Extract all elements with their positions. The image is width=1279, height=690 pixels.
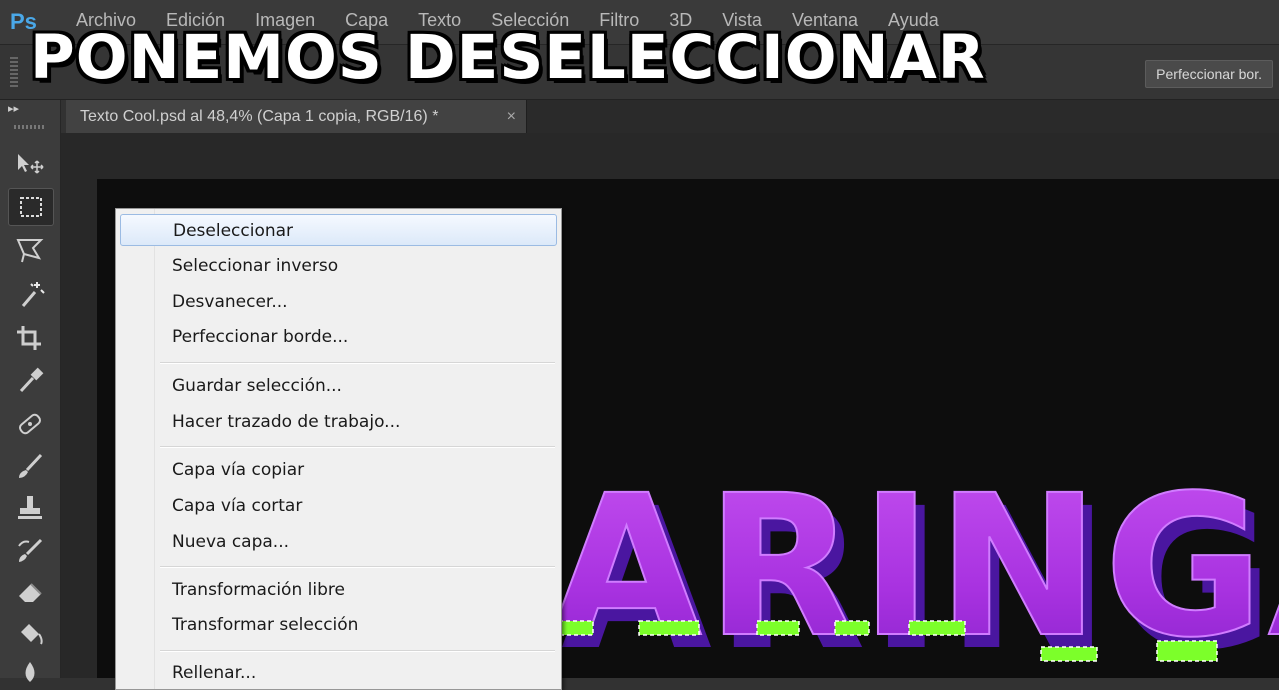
brush-tool-icon[interactable] [8, 448, 52, 484]
polygonal-lasso-tool-icon[interactable] [8, 232, 52, 268]
toolbox-grip[interactable] [14, 125, 46, 129]
menu-item-perfeccionar-borde[interactable]: Perfeccionar borde... [120, 321, 557, 353]
caption-overlay: PONEMOS DESELECCIONAR [30, 22, 986, 93]
crop-tool-icon[interactable] [8, 320, 52, 356]
menu-item-seleccionar-inverso[interactable]: Seleccionar inverso [120, 250, 557, 282]
menu-item-guardar-seleccion[interactable]: Guardar selección... [120, 370, 557, 402]
menu-item-transformar-seleccion[interactable]: Transformar selección [120, 609, 557, 641]
history-brush-tool-icon[interactable] [8, 532, 52, 568]
expand-toolbox-icon[interactable]: ▸▸ [8, 102, 19, 115]
document-tab[interactable]: Texto Cool.psd al 48,4% (Capa 1 copia, R… [66, 100, 527, 133]
blur-tool-icon[interactable] [8, 654, 52, 690]
close-tab-icon[interactable]: × [507, 100, 516, 133]
eraser-tool-icon[interactable] [8, 574, 52, 610]
menu-item-hacer-trazado[interactable]: Hacer trazado de trabajo... [120, 406, 557, 438]
document-tab-title: Texto Cool.psd al 48,4% (Capa 1 copia, R… [80, 108, 439, 125]
menu-item-label: Hacer trazado de trabajo... [172, 412, 401, 432]
refine-edge-button[interactable]: Perfeccionar bor. [1145, 60, 1273, 88]
menu-item-capa-via-cortar[interactable]: Capa vía cortar [120, 490, 557, 522]
menu-item-rellenar[interactable]: Rellenar... [120, 657, 557, 689]
menu-item-label: Guardar selección... [172, 376, 342, 396]
menu-item-label: Transformar selección [172, 615, 359, 635]
menu-item-label: Seleccionar inverso [172, 256, 339, 276]
menu-separator [160, 566, 555, 568]
paint-bucket-tool-icon[interactable] [8, 616, 52, 652]
menu-item-label: Desvanecer... [172, 292, 288, 312]
menu-item-label: Transformación libre [172, 580, 345, 600]
document-tab-strip: Texto Cool.psd al 48,4% (Capa 1 copia, R… [66, 100, 1279, 133]
selection-context-menu: Deseleccionar Seleccionar inverso Desvan… [115, 208, 562, 690]
menu-item-desvanecer[interactable]: Desvanecer... [120, 286, 557, 318]
menu-item-transformacion-libre[interactable]: Transformación libre [120, 574, 557, 606]
menu-separator [160, 650, 555, 652]
toolbox: ▸▸ [0, 100, 61, 682]
magic-wand-tool-icon[interactable] [8, 276, 52, 312]
menu-item-nueva-capa[interactable]: Nueva capa... [120, 526, 557, 558]
options-bar-grip[interactable] [10, 57, 18, 87]
move-tool-icon[interactable] [8, 146, 52, 182]
menu-item-label: Capa vía copiar [172, 460, 305, 480]
menu-item-label: Capa vía cortar [172, 496, 303, 516]
menu-item-capa-via-copiar[interactable]: Capa vía copiar [120, 454, 557, 486]
rectangular-marquee-tool-icon[interactable] [8, 188, 54, 226]
menu-item-label: Nueva capa... [172, 532, 290, 552]
healing-brush-tool-icon[interactable] [8, 406, 52, 442]
menu-separator [160, 446, 555, 448]
menu-item-label: Deseleccionar [173, 221, 294, 241]
clone-stamp-tool-icon[interactable] [8, 490, 52, 526]
eyedropper-tool-icon[interactable] [8, 362, 52, 398]
menu-item-label: Perfeccionar borde... [172, 327, 349, 347]
menu-item-label: Rellenar... [172, 663, 257, 683]
menu-separator [160, 362, 555, 364]
menu-item-deseleccionar[interactable]: Deseleccionar [120, 214, 557, 246]
